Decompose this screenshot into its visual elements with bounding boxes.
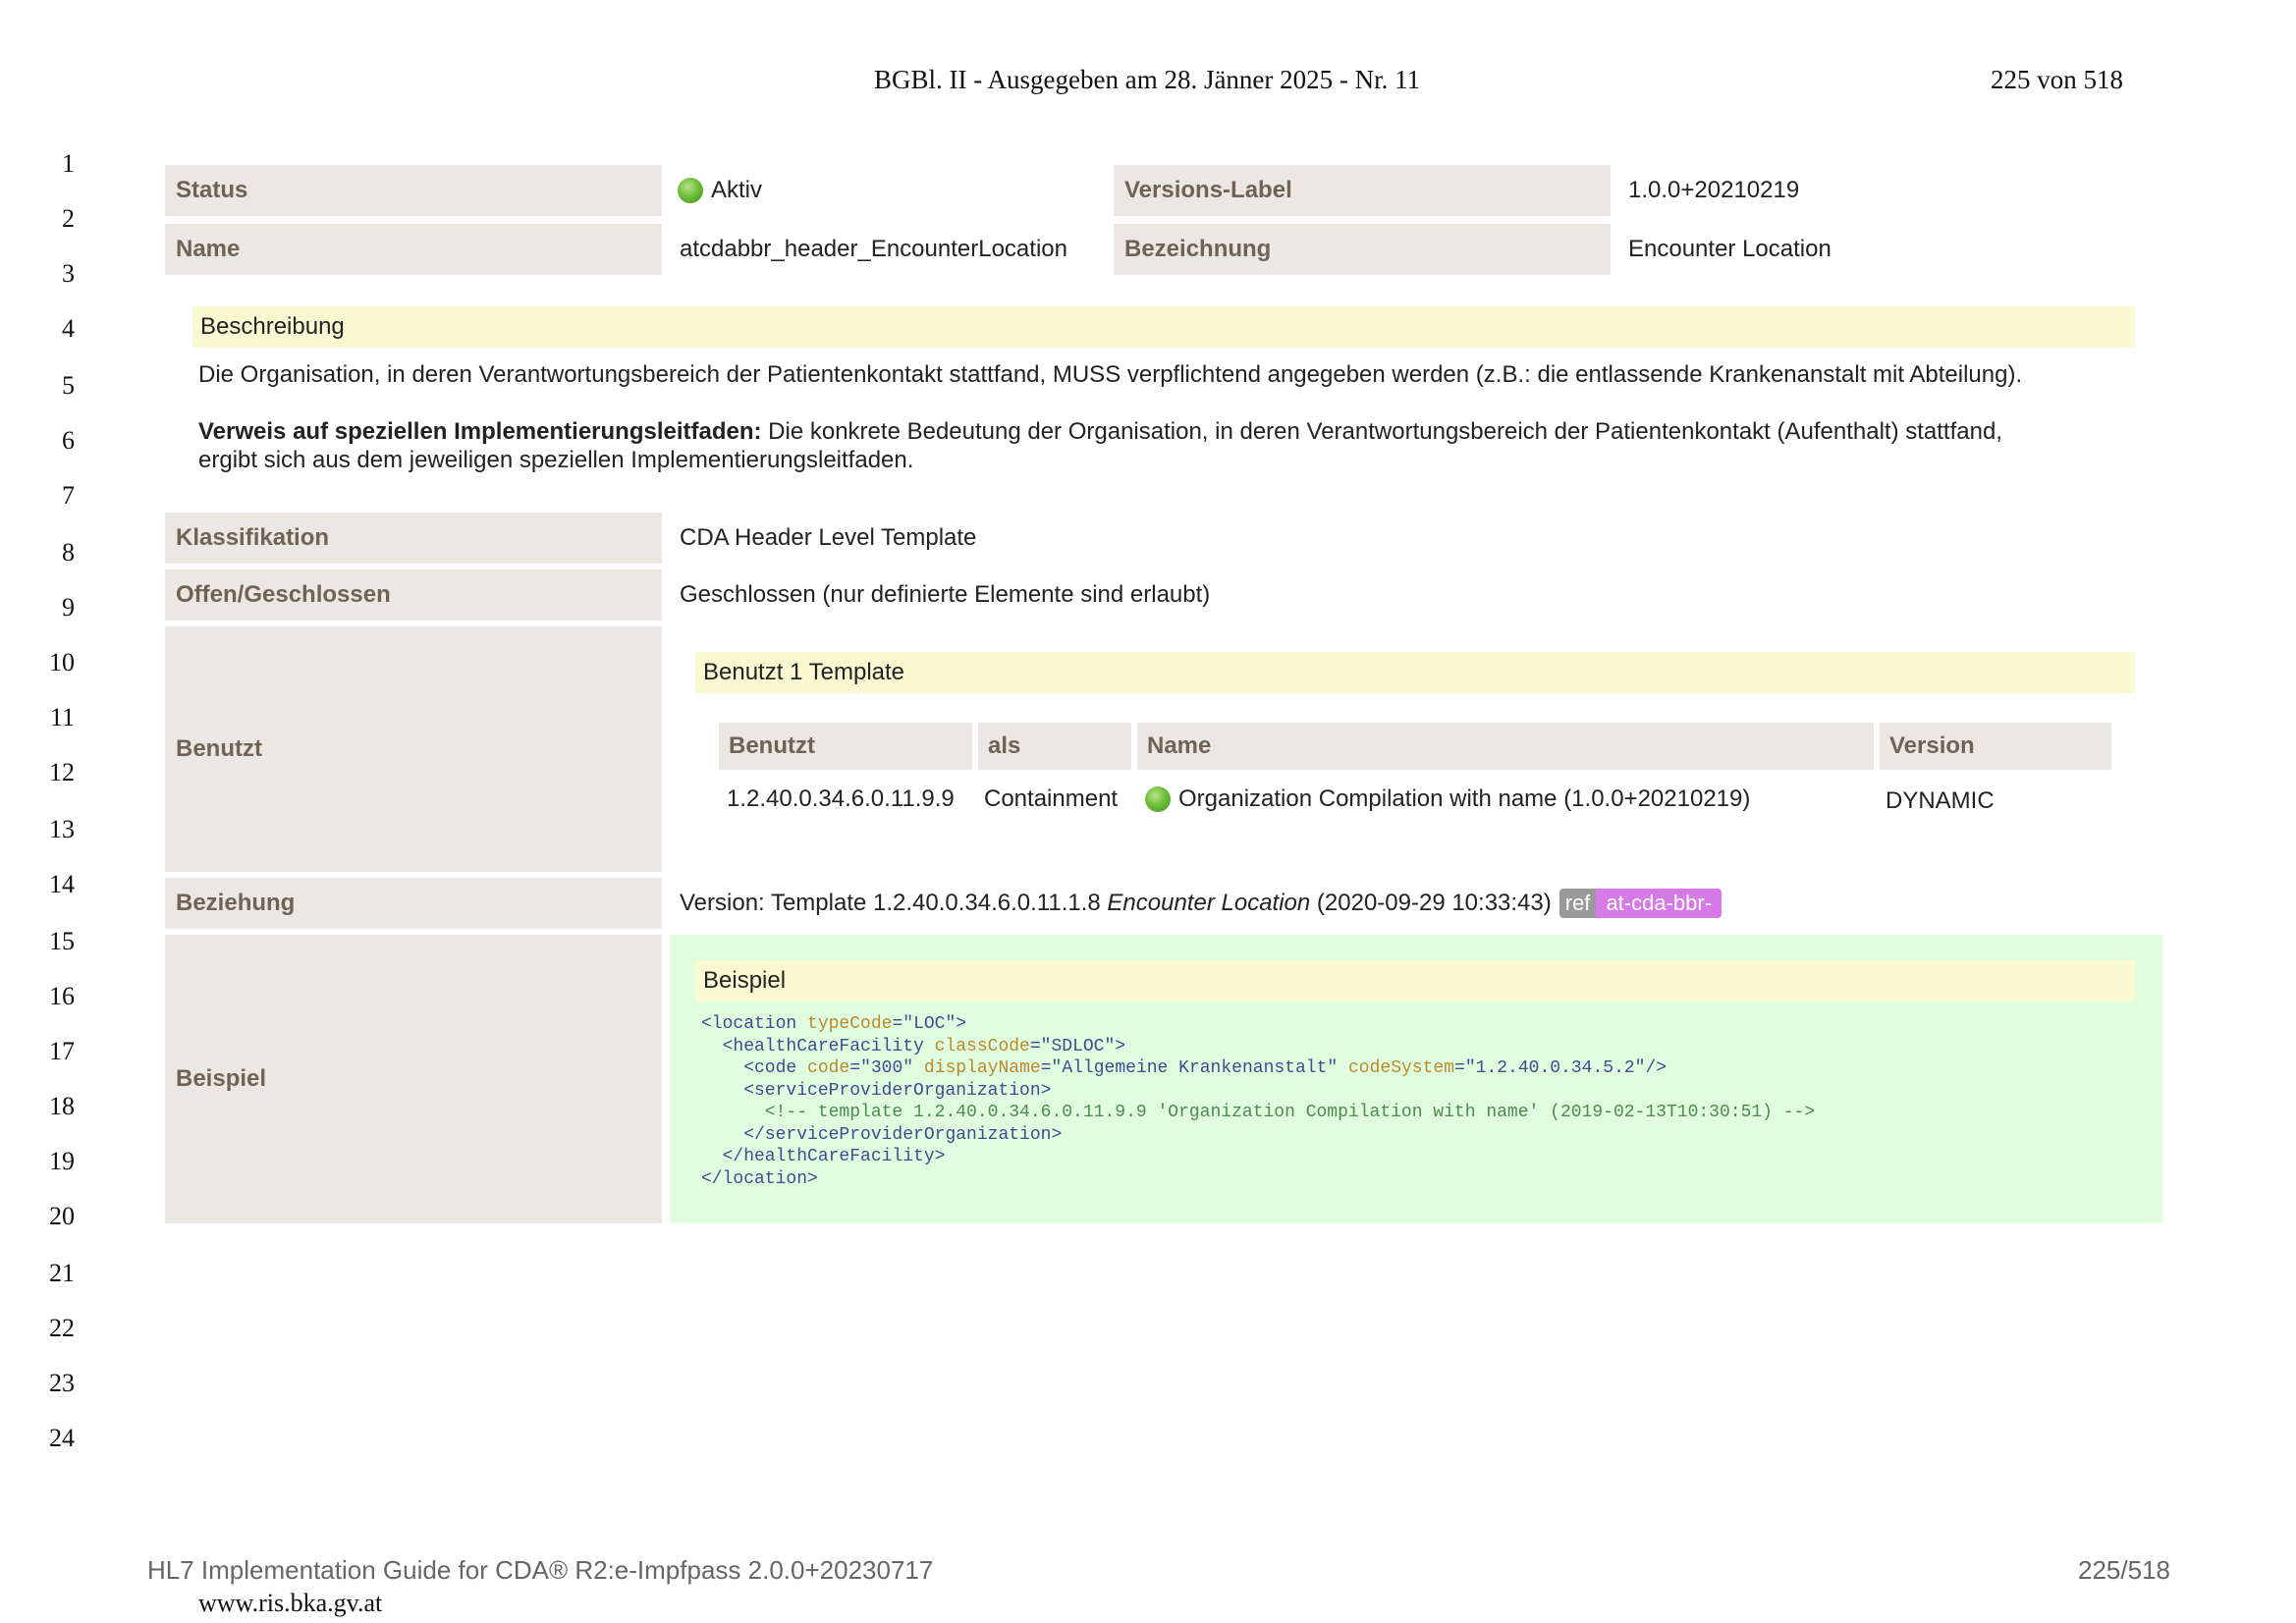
beziehung-label: Beziehung xyxy=(165,878,662,929)
status-active-icon xyxy=(1145,786,1171,812)
verweis-text: Die konkrete Bedeutung der Organisation,… xyxy=(761,418,2002,445)
line-number: 16 xyxy=(49,982,75,1010)
benutzt-header-benutzt: Benutzt xyxy=(719,723,972,770)
footer-page: 225/518 xyxy=(2078,1555,2170,1585)
line-number: 15 xyxy=(49,927,75,955)
line-number: 12 xyxy=(49,758,75,786)
line-number: 10 xyxy=(49,648,75,676)
benutzt-title: Benutzt 1 Template xyxy=(695,652,2135,693)
row-id: 1.2.40.0.34.6.0.11.9.9 xyxy=(727,785,955,812)
line-number: 7 xyxy=(62,481,75,510)
klassifikation-value: CDA Header Level Template xyxy=(680,524,977,551)
bezeichnung-label: Bezeichnung xyxy=(1114,224,1611,275)
code-line: <code code="300" displayName="Allgemeine… xyxy=(701,1058,1667,1078)
row-version: DYNAMIC xyxy=(1886,787,1995,814)
line-number: 20 xyxy=(49,1202,75,1230)
ref-badge-prefix: at-cda-bbr- xyxy=(1596,889,1722,918)
name-label: Name xyxy=(165,224,662,275)
line-number: 13 xyxy=(49,815,75,843)
verweis-line-2: ergibt sich aus dem jeweiligen spezielle… xyxy=(198,447,914,473)
footer-url[interactable]: www.ris.bka.gv.at xyxy=(198,1589,382,1618)
status-value: Aktiv xyxy=(678,165,762,216)
page-header-title: BGBl. II - Ausgegeben am 28. Jänner 2025… xyxy=(874,65,1421,94)
line-number: 24 xyxy=(49,1424,75,1452)
verweis-bold: Verweis auf speziellen Implementierungsl… xyxy=(198,418,762,445)
line-number: 8 xyxy=(62,538,75,567)
code-comment: <!-- template 1.2.40.0.34.6.0.11.9.9 'Or… xyxy=(701,1103,1816,1122)
ref-badge[interactable]: ref at-cda-bbr- xyxy=(1558,889,1722,918)
beziehung-value: Version: Template 1.2.40.0.34.6.0.11.1.8… xyxy=(680,878,1722,929)
page-header-number: 225 von 518 xyxy=(1991,65,2123,94)
benutzt-header-als: als xyxy=(978,723,1131,770)
beschreibung-title: Beschreibung xyxy=(192,306,2135,348)
benutzt-label: Benutzt xyxy=(165,626,662,872)
line-number: 21 xyxy=(49,1259,75,1287)
beziehung-prefix: Version: Template 1.2.40.0.34.6.0.11.1.8 xyxy=(680,890,1108,916)
line-number: 1 xyxy=(62,149,75,178)
line-number: 5 xyxy=(62,371,75,400)
line-number: 19 xyxy=(49,1147,75,1175)
code-line: </healthCareFacility> xyxy=(701,1147,946,1166)
code-line: <serviceProviderOrganization> xyxy=(701,1080,1052,1101)
code-line: <healthCareFacility classCode="SDLOC"> xyxy=(701,1036,1126,1056)
beschreibung-text: Die Organisation, in deren Verantwortung… xyxy=(198,361,2023,388)
version-value: 1.0.0+20210219 xyxy=(1628,177,1800,203)
footer-title: HL7 Implementation Guide for CDA® R2:e-I… xyxy=(147,1555,934,1585)
klassifikation-label: Klassifikation xyxy=(165,513,662,564)
ref-badge-ref: ref xyxy=(1558,889,1597,918)
beispiel-label: Beispiel xyxy=(165,935,662,1223)
offen-value: Geschlossen (nur definierte Elemente sin… xyxy=(680,581,1211,608)
beziehung-italic: Encounter Location xyxy=(1107,890,1311,916)
line-number: 14 xyxy=(49,870,75,898)
benutzt-header-name: Name xyxy=(1137,723,1874,770)
code-line: <location typeCode="LOC"> xyxy=(701,1014,967,1034)
row-name[interactable]: Organization Compilation with name (1.0.… xyxy=(1145,782,1750,817)
benutzt-header-version: Version xyxy=(1880,723,2111,770)
line-number: 4 xyxy=(62,314,75,343)
row-als: Containment xyxy=(984,785,1119,812)
version-label: Versions-Label xyxy=(1114,165,1611,216)
line-number: 17 xyxy=(49,1037,75,1065)
status-text: Aktiv xyxy=(711,177,763,203)
offen-label: Offen/Geschlossen xyxy=(165,569,662,621)
line-number: 2 xyxy=(62,204,75,233)
line-number: 6 xyxy=(62,426,75,455)
status-active-icon xyxy=(678,178,703,203)
line-number: 22 xyxy=(49,1314,75,1342)
line-number: 18 xyxy=(49,1092,75,1120)
line-number: 3 xyxy=(62,259,75,288)
line-number: 9 xyxy=(62,593,75,622)
line-number: 23 xyxy=(49,1369,75,1397)
beispiel-title: Beispiel xyxy=(695,960,2135,1001)
code-line: </location> xyxy=(701,1168,818,1189)
row-name-text: Organization Compilation with name (1.0.… xyxy=(1178,785,1751,812)
line-number: 11 xyxy=(49,703,75,731)
status-label: Status xyxy=(165,165,662,216)
bezeichnung-value: Encounter Location xyxy=(1628,236,1831,262)
code-line: </serviceProviderOrganization> xyxy=(701,1124,1063,1145)
verweis-line-1: Verweis auf speziellen Implementierungsl… xyxy=(198,418,2002,446)
name-value: atcdabbr_header_EncounterLocation xyxy=(680,236,1067,262)
beziehung-suffix: (2020‑09‑29 10:33:43) xyxy=(1310,890,1552,916)
code-example: <location typeCode="LOC"> <healthCareFac… xyxy=(701,1013,1815,1190)
